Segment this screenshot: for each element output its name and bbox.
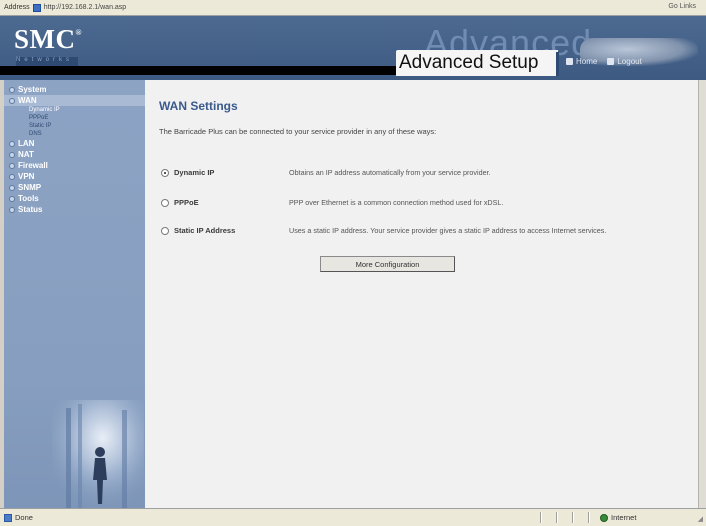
- sidebar-item-snmp[interactable]: SNMP: [4, 182, 145, 193]
- sidebar-item-tools[interactable]: Tools: [4, 193, 145, 204]
- option-description: PPP over Ethernet is a common connection…: [289, 198, 504, 207]
- option-dynamic-ip: Dynamic IP Obtains an IP address automat…: [161, 168, 609, 177]
- sidebar-item-label: Firewall: [18, 161, 48, 170]
- sidebar-nav: System WAN Dynamic IP PPPoE Static IP DN…: [4, 80, 145, 215]
- logout-label: Logout: [617, 57, 642, 66]
- address-input[interactable]: http://192.168.2.1/wan.asp: [44, 2, 127, 13]
- sidebar-item-label: WAN: [18, 96, 37, 105]
- option-pppoe: PPPoE PPP over Ethernet is a common conn…: [161, 198, 609, 207]
- sidebar-item-label: VPN: [18, 172, 35, 181]
- intro-text: The Barricade Plus can be connected to y…: [159, 127, 437, 136]
- status-divider: [588, 512, 590, 523]
- sidebar-item-nat[interactable]: NAT: [4, 149, 145, 160]
- bullet-icon: [9, 173, 15, 180]
- brand-mark: ®: [75, 28, 82, 37]
- sidebar-item-system[interactable]: System: [4, 84, 145, 95]
- bullet-icon: [9, 151, 15, 158]
- home-label: Home: [576, 57, 598, 66]
- bullet-icon: [9, 184, 15, 191]
- sidebar-item-lan[interactable]: LAN: [4, 138, 145, 149]
- logout-link[interactable]: Logout: [607, 57, 642, 66]
- page-icon: [32, 3, 41, 12]
- sidebar-item-label: System: [18, 85, 47, 94]
- status-divider: [540, 512, 542, 523]
- page-title: WAN Settings: [159, 99, 238, 113]
- sidebar-subitem-pppoe[interactable]: PPPoE: [4, 114, 145, 122]
- header-divider: [556, 52, 559, 76]
- header-links: Home Logout: [566, 57, 642, 66]
- sidebar-subitem-dynamic-ip[interactable]: Dynamic IP: [4, 106, 145, 114]
- bullet-icon: [9, 97, 15, 104]
- sidebar-item-vpn[interactable]: VPN: [4, 171, 145, 182]
- address-label: Address: [4, 4, 30, 11]
- sidebar-item-label: NAT: [18, 150, 34, 159]
- globe-icon: [600, 513, 608, 522]
- smc-logo: SMC®: [14, 24, 82, 55]
- bullet-icon: [9, 140, 15, 147]
- sidebar-illustration: [52, 400, 144, 508]
- home-link[interactable]: Home: [566, 57, 597, 66]
- status-text: Done: [15, 513, 33, 522]
- brand-name: SMC: [14, 24, 76, 54]
- pppoe-radio[interactable]: [161, 199, 169, 207]
- status-bar: Done Internet ◢: [0, 508, 706, 526]
- sidebar-subitem-static-ip[interactable]: Static IP: [4, 122, 145, 130]
- option-static-ip: Static IP Address Uses a static IP addre…: [161, 226, 609, 235]
- option-description: Obtains an IP address automatically from…: [289, 168, 491, 177]
- status-left: Done: [4, 513, 33, 522]
- sidebar-item-wan[interactable]: WAN: [4, 95, 145, 106]
- main-content: WAN Settings The Barricade Plus can be c…: [145, 80, 698, 508]
- dynamic-ip-radio[interactable]: [161, 169, 169, 177]
- sidebar-item-status[interactable]: Status: [4, 204, 145, 215]
- logout-icon: [607, 58, 615, 65]
- page-heading: Advanced Setup: [399, 52, 539, 73]
- status-zone: Internet: [600, 513, 636, 522]
- links-text[interactable]: Go Links: [668, 3, 696, 10]
- bullet-icon: [9, 162, 15, 169]
- resize-grip-icon[interactable]: ◢: [698, 515, 703, 523]
- brand-sub: Networks: [16, 57, 78, 66]
- sidebar-subitem-dns[interactable]: DNS: [4, 130, 145, 138]
- zone-text: Internet: [611, 513, 637, 522]
- sidebar-item-label: Status: [18, 205, 43, 214]
- option-label: PPPoE: [174, 198, 199, 207]
- sidebar-item-label: Tools: [18, 194, 39, 203]
- status-divider: [572, 512, 574, 523]
- bullet-icon: [9, 86, 15, 93]
- option-description: Uses a static IP address. Your service p…: [289, 226, 607, 235]
- scrollbar[interactable]: [698, 80, 706, 508]
- home-icon: [566, 58, 573, 65]
- address-bar: Address http://192.168.2.1/wan.asp Go Li…: [0, 0, 706, 16]
- option-label: Dynamic IP: [174, 168, 215, 177]
- bullet-icon: [9, 195, 15, 202]
- sidebar-item-label: SNMP: [18, 183, 42, 192]
- header: SMC® Networks Advanced Advanced Setup Ho…: [0, 16, 706, 80]
- sidebar: System WAN Dynamic IP PPPoE Static IP DN…: [4, 80, 145, 508]
- page-done-icon: [4, 513, 12, 522]
- option-label: Static IP Address: [174, 226, 236, 235]
- header-bar: [0, 66, 396, 75]
- sidebar-item-label: LAN: [18, 139, 35, 148]
- status-divider: [556, 512, 558, 523]
- more-configuration-button[interactable]: More Configuration: [320, 256, 455, 272]
- static-ip-radio[interactable]: [161, 227, 169, 235]
- sidebar-item-firewall[interactable]: Firewall: [4, 160, 145, 171]
- bullet-icon: [9, 206, 15, 213]
